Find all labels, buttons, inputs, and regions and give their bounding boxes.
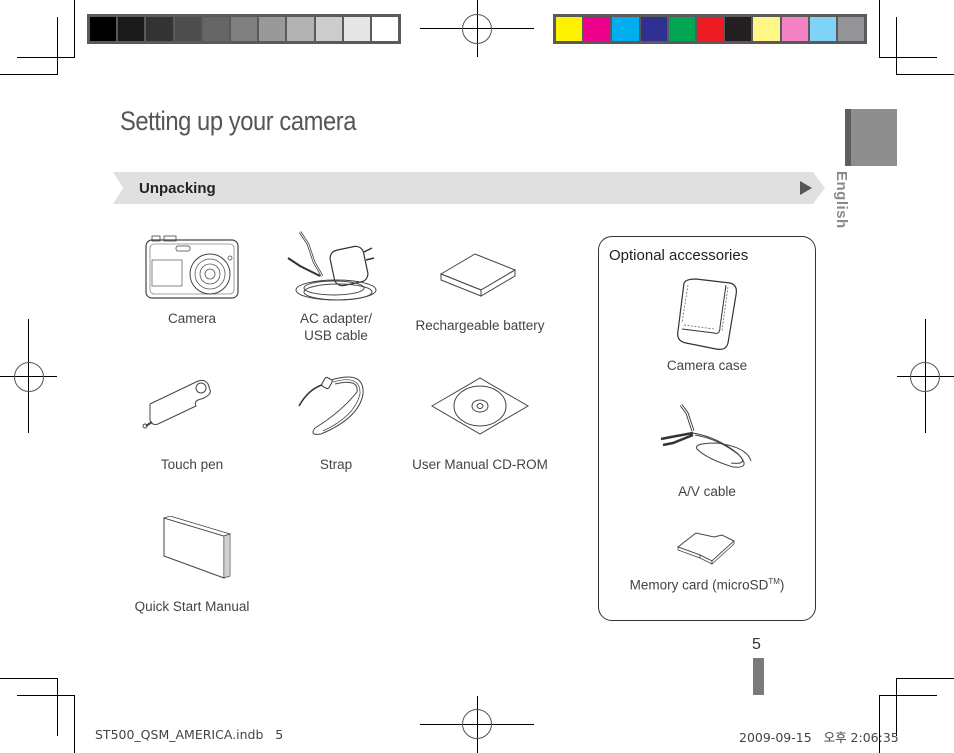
gray-swatch [343,17,370,41]
package-item-touch-pen: Touch pen [120,376,264,473]
item-label: Touch pen [160,457,224,472]
crop-line [57,678,58,736]
language-label: English [833,171,850,229]
manual-icon [162,516,232,579]
crop-line [879,695,937,696]
gray-swatch [118,17,145,41]
crop-line [879,57,937,58]
section-title: Unpacking [139,180,216,197]
color-swatch [837,17,865,41]
trademark-superscript: TM [768,577,780,586]
gray-swatch [371,17,399,41]
crop-line [896,74,954,75]
gray-swatch [259,17,286,41]
package-item-battery: Rechargeable battery [408,244,552,334]
gray-swatch [146,17,173,41]
color-swatch [725,17,752,41]
footer-timestamp: 2009-09-15 오후 2:06:35 [739,730,899,745]
section-header: Unpacking [113,172,825,204]
package-item-strap: Strap [264,372,408,473]
color-swatch [668,17,695,41]
crop-line [0,678,58,679]
item-label: Camera case [666,358,748,373]
optional-accessories-panel: Optional accessories Camera case A/V cab… [598,236,816,621]
gray-swatch [174,17,201,41]
item-label: User Manual CD-ROM [412,457,548,472]
crop-line [57,17,58,75]
strap-icon [298,376,364,435]
cd-rom-icon [431,377,529,435]
ac-adapter-icon [287,231,377,301]
color-swatch [696,17,724,41]
page-number: 5 [752,636,761,653]
package-item-ac-adapter: AC adapter/ USB cable [264,228,408,344]
page-title: Setting up your camera [120,106,356,136]
color-swatch [612,17,639,41]
item-label: Rechargeable battery [415,318,545,333]
av-cable-icon [660,404,752,468]
grayscale-color-bar [87,14,401,44]
memory-card-icon [676,532,735,565]
optional-accessories-title: Optional accessories [609,247,749,264]
item-label: Quick Start Manual [134,599,250,614]
section-header-background [113,172,825,204]
crop-line [0,74,58,75]
color-swatch [640,17,667,41]
battery-icon [439,253,517,297]
item-label: A/V cable [678,484,736,499]
process-color-bar [553,14,867,44]
color-swatch [584,17,611,41]
camera-icon [145,235,239,299]
touch-pen-icon [142,379,211,429]
color-swatch [781,17,808,41]
accessory-camera-case: Camera case [635,277,779,374]
footer-filename: ST500_QSM_AMERICA.indb 5 [95,727,284,742]
crop-line [896,17,897,75]
page-number-marker [753,658,764,695]
crop-line [74,0,75,58]
color-swatch [753,17,780,41]
crop-line [17,695,75,696]
gray-swatch [315,17,342,41]
accessory-memory-card: Memory card (microSDTM) [630,529,784,594]
camera-case-icon [677,278,737,350]
package-item-camera: Camera [120,234,264,327]
language-tab-marker [845,109,897,166]
gray-swatch [230,17,258,41]
gray-swatch [90,17,117,41]
item-label-line1: AC adapter/ [299,311,373,326]
accessory-av-cable: A/V cable [635,403,779,500]
item-label-line2: USB cable [304,328,368,343]
crop-line [896,678,954,679]
crop-line [17,57,75,58]
gray-swatch [287,17,314,41]
color-swatch [556,17,583,41]
crop-line [879,0,880,58]
crop-line [74,695,75,753]
language-tab: English [833,171,873,231]
gray-swatch [202,17,229,41]
item-label: Camera [167,311,216,326]
package-item-cd-rom: User Manual CD-ROM [408,376,552,473]
item-label: Memory card (microSDTM) [629,577,785,593]
package-item-quick-start-manual: Quick Start Manual [120,516,264,615]
item-label: Strap [319,457,353,472]
color-swatch [809,17,836,41]
